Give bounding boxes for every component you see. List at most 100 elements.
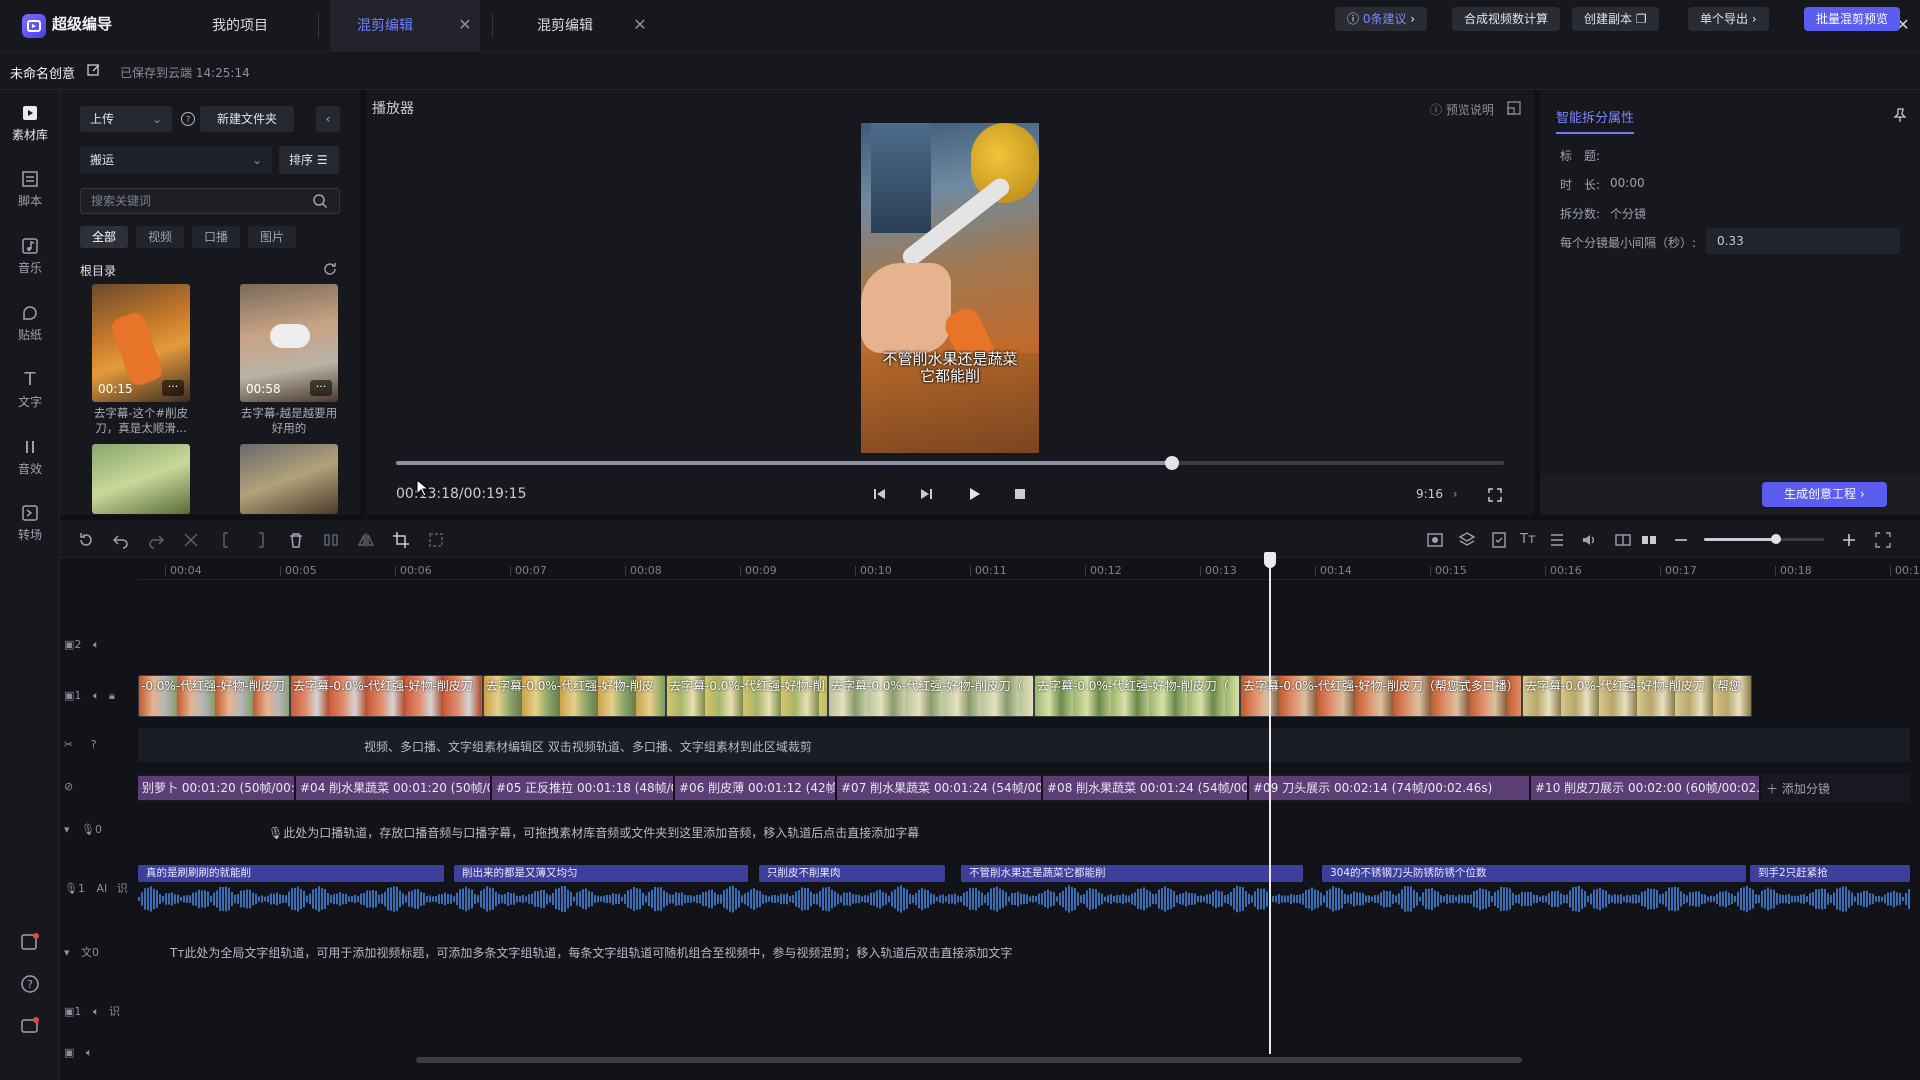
help-icon[interactable]: ? <box>180 111 196 127</box>
project-name[interactable]: 未命名创意 <box>10 63 75 82</box>
nav-sticker[interactable]: 贴纸 <box>0 304 60 343</box>
undo-icon[interactable] <box>112 531 130 549</box>
nav-music[interactable]: 音乐 <box>0 237 60 276</box>
split-icon[interactable] <box>182 531 200 549</box>
zoom-in-icon[interactable] <box>1840 531 1858 549</box>
storyboard-segment[interactable]: #04 削水果蔬菜 00:01:20 (50帧/0 <box>296 776 492 800</box>
align-icon[interactable] <box>1548 531 1566 549</box>
feedback-icon[interactable] <box>20 932 40 952</box>
create-copy-button[interactable]: 创建副本 ❐ <box>1572 7 1659 31</box>
fit-icon[interactable] <box>1874 531 1892 549</box>
trim-right-icon[interactable] <box>252 531 270 549</box>
subtitle-clip[interactable]: 削出来的都是又薄又均匀 <box>454 865 748 882</box>
popout-icon[interactable] <box>1506 100 1522 116</box>
media-thumbnail[interactable] <box>92 444 190 514</box>
storyboard-segment[interactable]: 别萝卜 00:01:20 (50帧/00:01 <box>138 776 296 800</box>
video-clip[interactable]: -0.0%-代红强-好物-削皮刀 <box>138 675 290 717</box>
export-single-button[interactable]: 单个导出 › <box>1688 7 1769 31</box>
suggestions-button[interactable]: ⓘ 0条建议 › <box>1335 7 1428 31</box>
storyboard-segment[interactable]: #05 正反推拉 00:01:18 (48帧/0( <box>492 776 675 800</box>
crop-icon[interactable] <box>392 531 410 549</box>
nav-transition[interactable]: 转场 <box>0 504 60 543</box>
video-clip[interactable]: 去字幕-0.0%-代红强-好物-削 <box>666 675 828 717</box>
nav-script[interactable]: 脚本 <box>0 170 60 209</box>
search-input[interactable]: 搜索关键词 <box>80 188 340 214</box>
snapshot-icon[interactable] <box>1426 531 1444 549</box>
zoom-handle[interactable] <box>1771 534 1781 544</box>
message-icon[interactable] <box>20 1016 40 1036</box>
folder-select[interactable]: 搬运 ⌄ <box>80 146 272 174</box>
video-clip[interactable]: 去字幕-0.0%-代红强-好物-削皮刀（ <box>828 675 1034 717</box>
undo-all-icon[interactable] <box>77 531 95 549</box>
zoom-out-icon[interactable] <box>1672 531 1690 549</box>
freeze-icon[interactable] <box>322 531 340 549</box>
more-icon[interactable]: ··· <box>162 380 184 396</box>
snap-icon[interactable] <box>1640 531 1658 549</box>
edit-icon[interactable] <box>87 63 101 77</box>
video-clip[interactable]: 去字幕-0.0%-代红强-好物-削皮刀 <box>290 675 483 717</box>
note-icon[interactable] <box>1490 531 1508 549</box>
subtitle-clip[interactable]: 304的不锈钢刀头防锈防锈个位数 <box>1322 865 1746 882</box>
sort-button[interactable]: 排序 ☰ <box>279 146 339 174</box>
subtitle-clip[interactable]: 只削皮不削果肉 <box>759 865 945 882</box>
video-count-calc-button[interactable]: 合成视频数计算 <box>1452 7 1561 31</box>
skip-start-icon[interactable] <box>872 486 888 502</box>
tab-edit-2[interactable]: 混剪编辑 <box>505 0 635 52</box>
collapse-panel-button[interactable]: ‹ <box>316 106 340 132</box>
tab-my-projects[interactable]: 我的项目 <box>165 0 315 52</box>
nav-text[interactable]: T 文字 <box>0 371 60 410</box>
filter-image[interactable]: 图片 <box>248 226 297 248</box>
filter-voiceover[interactable]: 口播 <box>192 226 241 248</box>
video-clip[interactable]: 去字幕-0.0%-代红强-好物-削皮 <box>483 675 666 717</box>
video-preview[interactable]: 不管削水果还是蔬菜 它都能削 <box>861 123 1039 453</box>
timeline-scrollbar[interactable] <box>416 1057 1522 1063</box>
properties-tab[interactable]: 智能拆分属性 <box>1556 107 1635 134</box>
media-thumbnail[interactable]: 00:15 ··· <box>92 284 190 402</box>
playhead-handle[interactable] <box>1264 552 1276 568</box>
nav-sound-effect[interactable]: 音效 <box>0 438 60 477</box>
add-segment-button[interactable]: ＋ 添加分镜 <box>1766 780 1830 797</box>
refresh-icon[interactable] <box>322 261 338 277</box>
stop-icon[interactable] <box>1013 487 1027 501</box>
batch-preview-button[interactable]: 批量混剪预览 <box>1804 7 1901 31</box>
subtitle-clip[interactable]: 不管削水果还是蔬菜它都能削 <box>961 865 1303 882</box>
upload-button[interactable]: 上传 ⌄ <box>80 106 172 132</box>
track-voice-label[interactable]: ▾ 🎙︎0 <box>64 823 102 836</box>
subtitle-clip[interactable]: 到手2只赶紧抢 <box>1750 865 1910 882</box>
video-clip[interactable]: 去字幕-0.0%-代红强-好物-削皮刀（ <box>1034 675 1240 717</box>
help-icon[interactable]: ? <box>20 974 40 994</box>
track-text-label[interactable]: ▾ 文0 <box>64 944 99 960</box>
video-clip[interactable]: 去字幕-0.0%-代红强-好物-削皮刀（帮您式多口播） <box>1240 675 1522 717</box>
progress-handle[interactable] <box>1164 456 1179 470</box>
storyboard-segment[interactable]: #10 削皮刀展示 00:02:00 (60帧/00:02.0( <box>1531 776 1761 800</box>
subtitle-clip[interactable]: 真的是刷刷刷的就能削 <box>138 865 444 882</box>
mirror-icon[interactable] <box>357 531 375 549</box>
min-interval-input[interactable]: 0.33 <box>1706 228 1900 254</box>
generate-project-button[interactable]: 生成创意工程 › <box>1762 482 1887 507</box>
fullscreen-icon[interactable] <box>1488 488 1502 502</box>
transform-icon[interactable] <box>427 531 445 549</box>
storyboard-segment[interactable]: #07 削水果蔬菜 00:01:24 (54帧/00:( <box>837 776 1043 800</box>
new-folder-button[interactable]: 新建文件夹 <box>200 106 294 132</box>
split-view-icon[interactable] <box>1614 531 1632 549</box>
play-icon[interactable] <box>966 486 982 502</box>
trim-left-icon[interactable] <box>217 531 235 549</box>
video-clip[interactable]: 去字幕-0.0%-代红强-好物-削皮刀（帮您 <box>1522 675 1752 717</box>
audio-waveform[interactable] <box>138 884 1910 914</box>
layers-icon[interactable] <box>1458 531 1476 549</box>
nav-library[interactable]: 素材库 <box>0 104 60 143</box>
more-icon[interactable]: ··· <box>310 380 332 396</box>
media-thumbnail[interactable] <box>240 444 338 514</box>
pin-icon[interactable] <box>1892 107 1908 123</box>
playhead[interactable] <box>1269 552 1271 1054</box>
storyboard-segment[interactable]: #06 削皮薄 00:01:12 (42帧/ <box>675 776 837 800</box>
redo-icon[interactable] <box>147 531 165 549</box>
media-thumbnail[interactable]: 00:58 ··· <box>240 284 338 402</box>
close-icon[interactable]: ✕ <box>630 15 650 35</box>
filter-video[interactable]: 视频 <box>136 226 185 248</box>
delete-icon[interactable] <box>287 531 305 549</box>
close-icon[interactable]: ✕ <box>455 15 475 35</box>
next-frame-icon[interactable] <box>918 486 934 502</box>
volume-icon[interactable] <box>1580 531 1598 549</box>
storyboard-segment[interactable]: #08 削水果蔬菜 00:01:24 (54帧/00:( <box>1043 776 1249 800</box>
